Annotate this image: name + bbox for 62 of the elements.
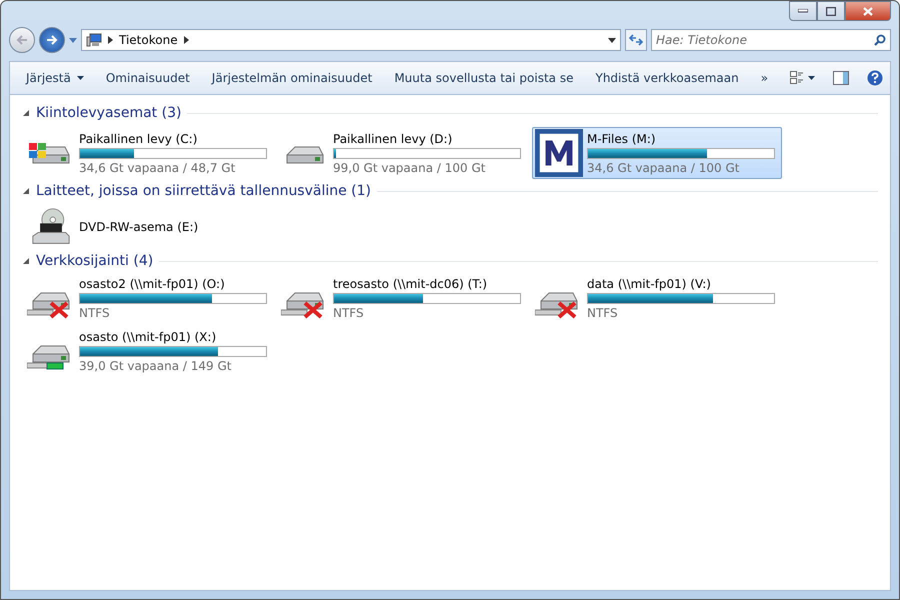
drive-name: osasto (\\mit-fp01) (X:): [79, 330, 218, 344]
drive-name: DVD-RW-asema (E:): [79, 220, 200, 234]
computer-icon: [86, 33, 102, 47]
maximize-icon: [826, 6, 836, 16]
back-arrow-icon: [16, 35, 28, 45]
drive-item[interactable]: DVD-RW-asema (E:): [24, 205, 274, 249]
group-header: Laitteet, joissa on siirrettävä tallennusväline (1): [36, 183, 372, 199]
toolbar-button[interactable]: »: [750, 67, 778, 89]
close-icon: [863, 6, 873, 16]
drive-name: osasto2 (\\mit-fp01) (O:): [79, 277, 226, 291]
minimize-button[interactable]: [789, 1, 817, 21]
collapse-arrow-icon[interactable]: [22, 187, 30, 195]
dropdown-caret-icon[interactable]: [608, 38, 616, 42]
preview-pane-icon: [833, 71, 850, 85]
group-header: Verkkosijainti (4): [36, 253, 154, 269]
drive-details: 99,0 Gt vapaana / 100 Gt: [333, 160, 486, 174]
drive-item[interactable]: M-Files (M:) 34,6 Gt vapaana / 100 Gt: [532, 127, 782, 179]
collapse-arrow-icon[interactable]: [22, 257, 30, 265]
drive-details: NTFS: [333, 306, 365, 320]
address-path[interactable]: Tietokone: [119, 33, 178, 47]
drive-name: Paikallinen levy (C:): [79, 132, 198, 146]
drive-item[interactable]: data (\\mit-fp01) (V:) NTFS: [532, 275, 782, 322]
refresh-button[interactable]: [625, 29, 647, 51]
drive-name: data (\\mit-fp01) (V:): [587, 277, 712, 291]
drive-item[interactable]: Paikallinen levy (C:) 34,6 Gt vapaana / 48,7 Gt: [24, 127, 274, 179]
m-logo-icon: [535, 129, 583, 177]
breadcrumb-arrow-icon: [184, 36, 189, 44]
drive-details: NTFS: [587, 306, 619, 320]
drive-details: 39,0 Gt vapaana / 149 Gt: [79, 359, 232, 373]
forward-arrow-icon: [46, 35, 58, 45]
drive-details: 34,6 Gt vapaana / 100 Gt: [587, 160, 740, 174]
toolbar-button[interactable]: Järjestelmän ominaisuudet: [202, 67, 382, 89]
drive-name: Paikallinen levy (D:): [333, 132, 454, 146]
group-header: Kiintolevyasemat (3): [36, 105, 182, 121]
drive-item[interactable]: Paikallinen levy (D:) 99,0 Gt vapaana / 100 Gt: [278, 127, 528, 179]
drive-name: treosasto (\\mit-dc06) (T:): [333, 277, 488, 291]
refresh-icon: [629, 34, 643, 46]
address-bar[interactable]: Tietokone: [81, 29, 621, 51]
help-icon: [867, 70, 884, 86]
drive-item[interactable]: osasto2 (\\mit-fp01) (O:) NTFS: [24, 275, 274, 322]
toolbar-button[interactable]: Ominaisuudet: [96, 67, 200, 89]
close-button[interactable]: [845, 1, 891, 21]
drive-details: NTFS: [79, 306, 111, 320]
maximize-button[interactable]: [817, 1, 845, 21]
search-icon: [874, 34, 886, 46]
toolbar-button[interactable]: Muuta sovellusta tai poista se: [384, 67, 584, 89]
back-button[interactable]: [9, 27, 35, 53]
breadcrumb-arrow-icon: [108, 36, 113, 44]
search-field[interactable]: Hae: Tietokone: [651, 29, 891, 51]
drive-name: M-Files (M:): [587, 132, 657, 146]
toolbar-menu-button[interactable]: Järjestä: [16, 67, 94, 89]
toolbar-button[interactable]: Yhdistä verkkoasemaan: [586, 67, 749, 89]
minimize-icon: [798, 9, 808, 13]
drive-details: 34,6 Gt vapaana / 48,7 Gt: [79, 160, 236, 174]
drive-item[interactable]: treosasto (\\mit-dc06) (T:) NTFS: [278, 275, 528, 322]
dropdown-caret-icon: [76, 76, 84, 80]
drive-item[interactable]: osasto (\\mit-fp01) (X:) 39,0 Gt vapaana / 149 Gt: [24, 328, 274, 375]
dropdown-caret-icon: [808, 76, 816, 80]
recent-pages-caret-icon[interactable]: [69, 38, 77, 42]
collapse-arrow-icon[interactable]: [22, 109, 30, 117]
forward-button[interactable]: [39, 27, 65, 53]
view-list-icon: [790, 71, 804, 85]
